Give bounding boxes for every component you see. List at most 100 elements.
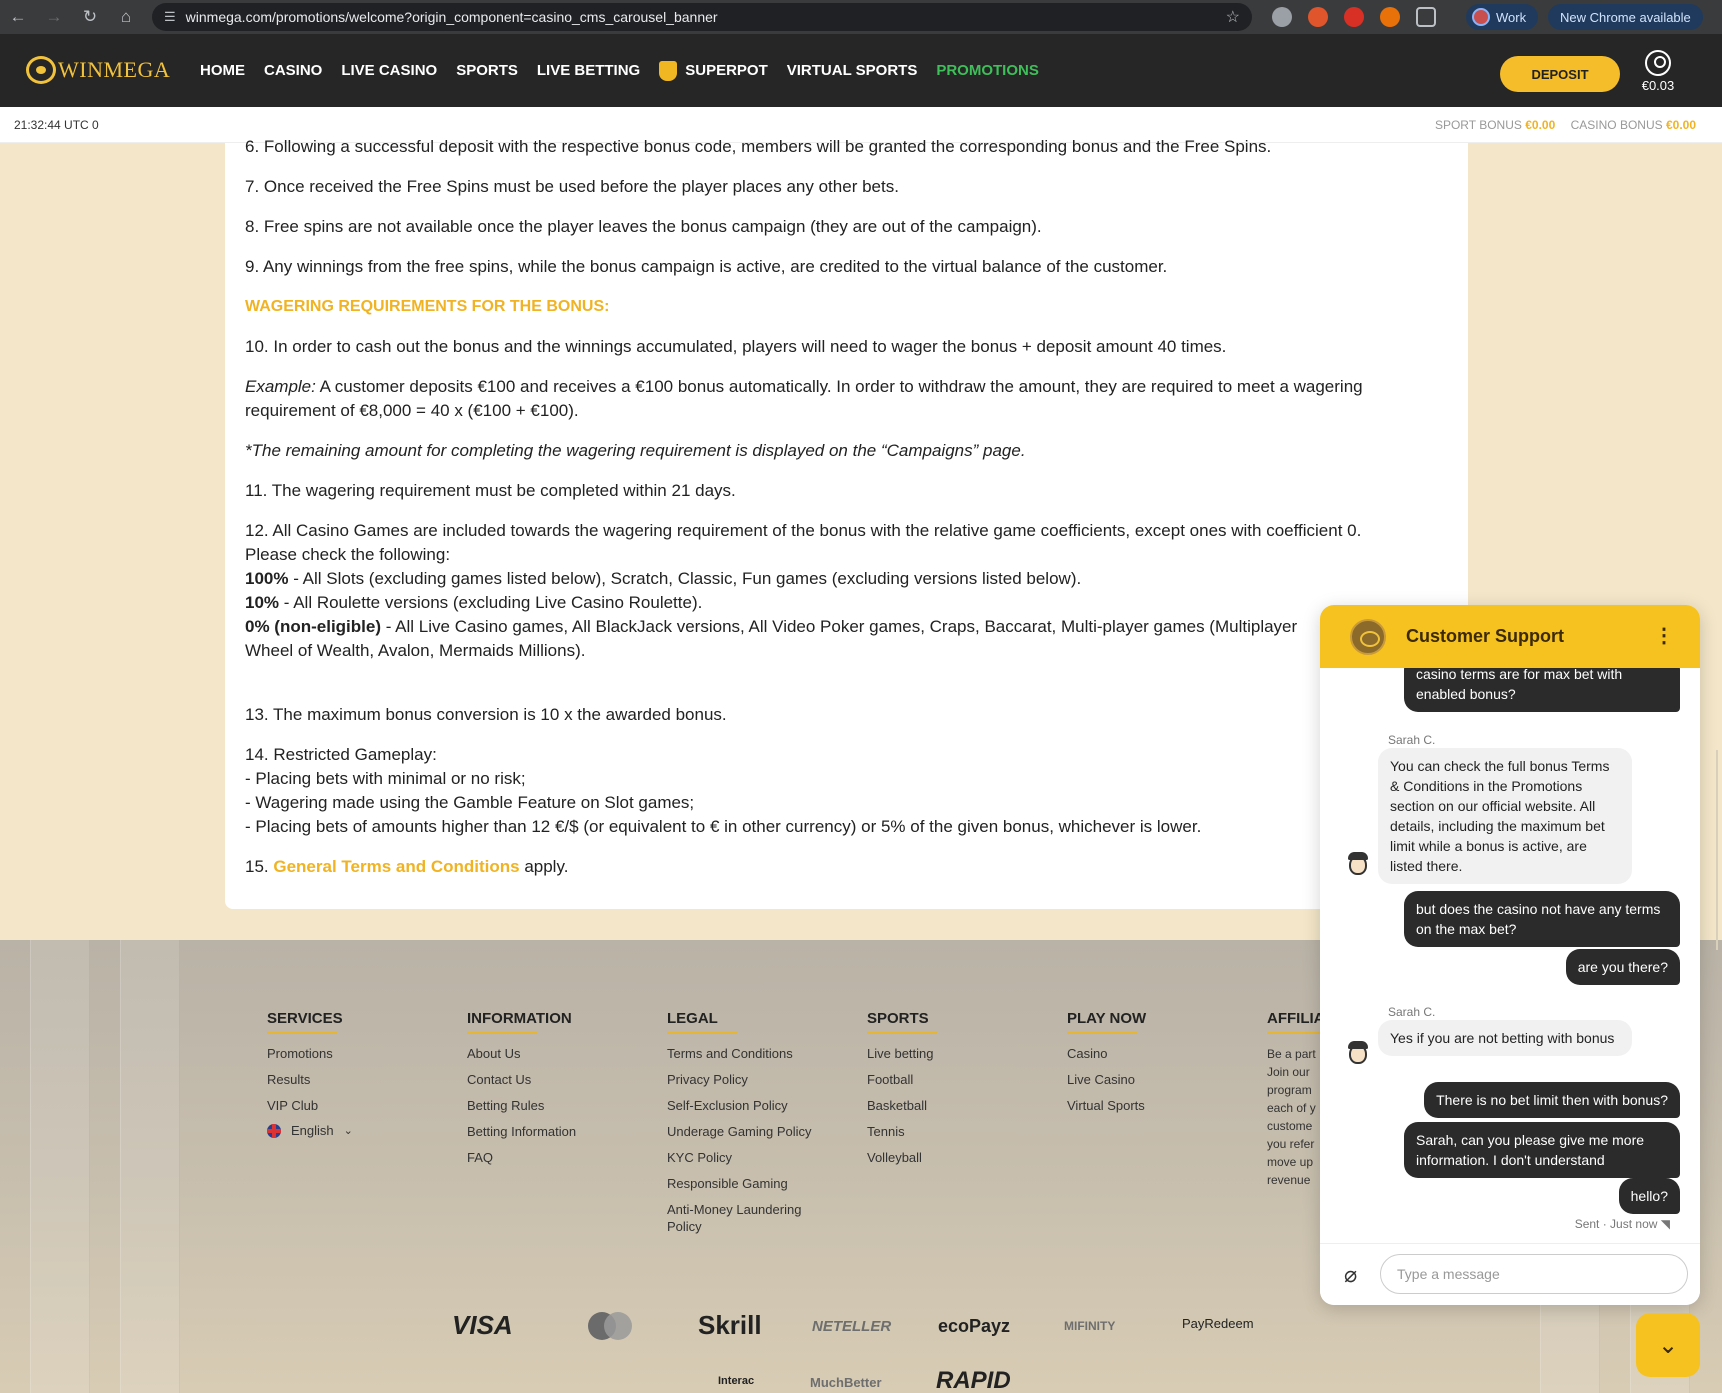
chat-messages[interactable]: casino terms are for max bet with enable… [1320,668,1700,1243]
skrill-logo: Skrill [698,1310,762,1340]
example-paragraph: Example: A customer deposits €100 and re… [245,375,1450,423]
nav-home[interactable]: HOME [200,62,245,79]
term-14: 14. Restricted Gameplay: - Placing bets … [245,743,1450,839]
footer-link[interactable]: Anti-Money Laundering Policy [667,1201,827,1235]
profile-button[interactable]: Work [1466,4,1539,30]
back-icon[interactable]: ← [0,7,36,27]
term-14-b: - Wagering made using the Gamble Feature… [245,793,695,812]
casino-bonus-value: €0.00 [1665,117,1696,132]
site-header: WINMEGA HOME CASINO LIVE CASINO SPORTS L… [0,34,1722,107]
language-selector[interactable]: English ⌄ [267,1123,447,1138]
coef-0-text-cont: Wheel of Wealth, Avalon, Mermaids Millio… [245,641,586,660]
support-avatar-icon [1350,618,1386,655]
chat-composer: ⌀ [1320,1243,1700,1305]
chat-message-user: are you there? [1565,949,1680,985]
nav-superpot[interactable]: SUPERPOT [659,60,768,81]
site-info-icon[interactable]: ☰ [164,9,176,25]
affiliates-line: Join our [1267,1065,1310,1079]
attachment-icon[interactable]: ⌀ [1344,1262,1357,1288]
read-receipt-icon: ◥ [1660,1217,1670,1231]
extension-icon[interactable] [1380,7,1400,27]
eye-of-ra-icon [26,56,56,84]
footer-link[interactable]: KYC Policy [667,1149,827,1166]
address-bar[interactable]: ☰ winmega.com/promotions/welcome?origin_… [152,3,1252,31]
footer-link[interactable]: Contact Us [467,1071,647,1088]
chat-message-agent: You can check the full bonus Terms & Con… [1378,748,1632,884]
footer-services: SERVICES Promotions Results VIP Club Eng… [267,1010,447,1138]
extension-icon[interactable] [1272,7,1292,27]
chat-message-user: but does the casino not have any terms o… [1404,891,1680,947]
home-icon[interactable]: ⌂ [108,7,144,27]
nav-live-casino[interactable]: LIVE CASINO [341,62,437,79]
affiliates-line: custome [1267,1119,1313,1133]
footer-affiliates: AFFILIA Be a part Join our program each … [1267,1010,1337,1189]
nav-sports[interactable]: SPORTS [456,62,518,79]
footer-link[interactable]: About Us [467,1045,647,1062]
page-scrollbar[interactable] [1716,750,1718,950]
nav-virtual-sports[interactable]: VIRTUAL SPORTS [787,62,918,79]
term-12: 12. All Casino Games are included toward… [245,519,1450,663]
reload-icon[interactable]: ↻ [72,7,108,27]
chat-message-input[interactable] [1380,1254,1688,1294]
footer-link[interactable]: Promotions [267,1045,447,1062]
extension-icon[interactable] [1308,7,1328,27]
visa-logo: VISA [452,1310,513,1340]
footer-link[interactable]: Tennis [867,1123,1047,1140]
footer-link[interactable]: Results [267,1071,447,1088]
chrome-update-button[interactable]: New Chrome available [1548,4,1703,30]
footer-heading: INFORMATION [467,1010,647,1034]
nav-promotions[interactable]: PROMOTIONS [936,62,1039,79]
general-terms-link[interactable]: General Terms and Conditions [273,857,519,876]
sent-status-text: Sent · Just now [1574,1217,1658,1231]
footer-link[interactable]: Volleyball [867,1149,1047,1166]
footer-link[interactable]: Virtual Sports [1067,1097,1247,1114]
footer-link[interactable]: Responsible Gaming [667,1175,827,1192]
bonus-balances: SPORT BONUS €0.00 CASINO BONUS €0.00 [1435,118,1696,132]
extension-icon[interactable] [1344,7,1364,27]
chat-title: Customer Support [1406,626,1565,646]
term-9: 9. Any winnings from the free spins, whi… [245,257,1168,276]
affiliates-line: program [1267,1083,1312,1097]
example-label: Example: [245,377,316,396]
footer-link[interactable]: Self-Exclusion Policy [667,1097,827,1114]
customer-support-chat: Customer Support ⋮ casino terms are for … [1320,605,1700,1305]
account-button[interactable]: €0.03 [1636,50,1680,93]
footer-link[interactable]: Football [867,1071,1047,1088]
chat-message-user: There is no bet limit then with bonus? [1424,1082,1680,1118]
footer-link[interactable]: Underage Gaming Policy [667,1123,827,1140]
footer-link[interactable]: Betting Rules [467,1097,647,1114]
language-label: English [291,1123,334,1138]
footer-link[interactable]: Casino [1067,1045,1247,1062]
payment-logos: VISA Skrill NETELLER ecoPayz MIFINITY Pa… [440,1310,1300,1350]
footer-link[interactable]: Betting Information [467,1123,647,1140]
example-text: A customer deposits €100 and receives a … [245,377,1363,420]
footer-link[interactable]: Terms and Conditions [667,1045,827,1062]
footer-link[interactable]: FAQ [467,1149,647,1166]
affiliates-line: revenue [1267,1173,1311,1187]
background-pillar [30,940,90,1393]
winmega-logo[interactable]: WINMEGA [26,56,170,84]
logo-text: WINMEGA [58,57,171,82]
footer-link[interactable]: VIP Club [267,1097,447,1114]
term-14-a: - Placing bets with minimal or no risk; [245,769,526,788]
nav-casino[interactable]: CASINO [264,62,322,79]
more-options-icon[interactable]: ⋮ [1654,623,1674,648]
footer-link[interactable]: Live betting [867,1045,1047,1062]
footer-link[interactable]: Privacy Policy [667,1071,827,1088]
chat-minimize-button[interactable]: ⌄ [1636,1313,1700,1377]
deposit-button[interactable]: DEPOSIT [1500,56,1620,92]
bookmark-star-icon[interactable]: ☆ [1226,7,1240,27]
term-13: 13. The maximum bonus conversion is 10 x… [245,705,727,724]
nav-live-betting[interactable]: LIVE BETTING [537,62,640,79]
coef-10-label: 10% [245,593,280,612]
forward-icon[interactable]: → [36,7,72,27]
interac-logo: Interac [718,1375,755,1387]
extensions-puzzle-icon[interactable] [1416,7,1436,27]
footer-link[interactable]: Live Casino [1067,1071,1247,1088]
footer-link[interactable]: Basketball [867,1097,1047,1114]
agent-name: Sarah C. [1388,733,1436,747]
muchbetter-logo: MuchBetter [810,1375,882,1390]
agent-avatar-icon [1346,1040,1370,1068]
profile-avatar-icon [1472,8,1490,26]
main-nav: HOME CASINO LIVE CASINO SPORTS LIVE BETT… [200,34,1058,107]
